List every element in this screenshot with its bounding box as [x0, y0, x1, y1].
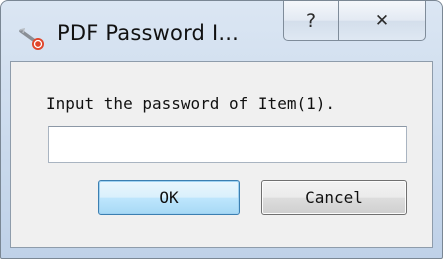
pdf-key-icon — [19, 27, 47, 51]
help-button[interactable]: ? — [283, 1, 339, 41]
title-bar[interactable]: PDF Password I... ? ✕ — [1, 1, 442, 61]
password-input[interactable] — [48, 126, 407, 163]
dialog-window: PDF Password I... ? ✕ Input the password… — [0, 0, 443, 259]
close-button[interactable]: ✕ — [339, 1, 426, 41]
ok-button[interactable]: OK — [98, 180, 240, 215]
window-title: PDF Password I... — [57, 21, 239, 45]
help-icon: ? — [305, 9, 317, 32]
caption-buttons: ? ✕ — [283, 1, 426, 41]
cancel-button[interactable]: Cancel — [261, 180, 407, 215]
dialog-body: Input the password of Item(1). OK Cancel — [10, 61, 433, 248]
close-icon: ✕ — [374, 10, 390, 31]
password-prompt: Input the password of Item(1). — [46, 94, 335, 113]
